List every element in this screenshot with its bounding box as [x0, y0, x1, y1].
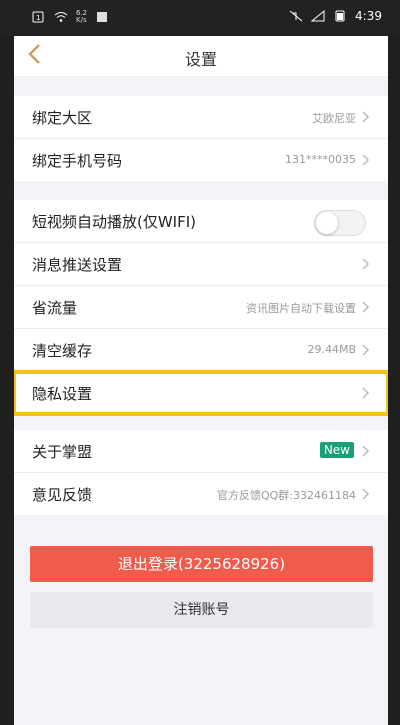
- header-bar: 设置: [14, 36, 388, 77]
- row-label: 消息推送设置: [32, 256, 123, 274]
- row-push-settings[interactable]: 消息推送设置: [14, 243, 388, 286]
- row-bound-phone[interactable]: 绑定手机号码 131****0035: [14, 139, 388, 181]
- row-about[interactable]: 关于掌盟 New: [14, 430, 388, 473]
- chevron-right-icon: [362, 488, 370, 500]
- svg-text:1: 1: [36, 14, 40, 22]
- chevron-right-icon: [362, 344, 370, 356]
- row-privacy-settings[interactable]: 隐私设置: [14, 370, 388, 416]
- chevron-right-icon: [362, 301, 370, 313]
- row-bound-region[interactable]: 绑定大区 艾欧尼亚: [14, 96, 388, 139]
- row-clear-cache[interactable]: 清空缓存 29.44MB: [14, 329, 388, 372]
- status-bar: 1 6.2 K/s 4:39: [0, 0, 400, 36]
- settings-screen: 设置 绑定大区 艾欧尼亚 绑定手机号码 131****0035 短视频自动播放(…: [14, 36, 388, 725]
- row-value: 官方反馈QQ群:332461184: [216, 489, 356, 502]
- chevron-right-icon: [362, 258, 370, 270]
- page-title: 设置: [184, 50, 217, 69]
- cancel-account-button[interactable]: 注销账号: [30, 592, 373, 628]
- chevron-right-icon: [362, 111, 370, 123]
- row-label: 绑定手机号码: [32, 152, 123, 170]
- status-left: 1 6.2 K/s: [32, 10, 109, 24]
- about-section: 关于掌盟 New 意见反馈 官方反馈QQ群:332461184: [14, 430, 388, 515]
- row-value: 131****0035: [285, 153, 356, 166]
- phone-frame: 1 6.2 K/s 4:39 设置 绑定大区 艾欧尼亚 绑定手机号码 131**: [0, 0, 400, 725]
- signal-icon: [311, 10, 325, 22]
- row-label: 短视频自动播放(仅WIFI): [32, 213, 197, 231]
- row-feedback[interactable]: 意见反馈 官方反馈QQ群:332461184: [14, 473, 388, 515]
- notification-icon: [97, 12, 108, 22]
- battery-icon: [335, 10, 345, 22]
- mute-icon: [289, 10, 303, 22]
- chevron-right-icon: [362, 445, 370, 457]
- sim-icon: 1: [32, 11, 44, 23]
- account-section: 绑定大区 艾欧尼亚 绑定手机号码 131****0035: [14, 96, 388, 181]
- row-label: 清空缓存: [32, 342, 93, 360]
- preferences-section: 短视频自动播放(仅WIFI) 消息推送设置 省流量 资讯图片自动下载设置 清空缓…: [14, 200, 388, 416]
- row-label: 省流量: [32, 299, 78, 317]
- row-label: 隐私设置: [32, 385, 93, 403]
- logout-button[interactable]: 退出登录(3225628926): [30, 546, 373, 582]
- row-data-saver[interactable]: 省流量 资讯图片自动下载设置: [14, 286, 388, 329]
- row-value: 艾欧尼亚: [312, 112, 356, 125]
- clock-time: 4:39: [355, 9, 382, 23]
- row-value: 资讯图片自动下载设置: [246, 302, 356, 315]
- new-badge: New: [319, 442, 354, 458]
- network-speed: 6.2 K/s: [76, 9, 88, 24]
- row-label: 意见反馈: [32, 486, 93, 504]
- row-label: 关于掌盟: [32, 443, 93, 461]
- status-right: 4:39: [289, 9, 382, 23]
- autoplay-toggle[interactable]: [314, 210, 366, 236]
- row-video-autoplay: 短视频自动播放(仅WIFI): [14, 200, 388, 243]
- row-value: 29.44MB: [307, 343, 356, 356]
- toggle-knob: [316, 212, 338, 234]
- wifi-icon: [54, 12, 68, 22]
- chevron-right-icon: [362, 387, 370, 399]
- row-label: 绑定大区: [32, 109, 93, 127]
- chevron-right-icon: [362, 154, 370, 166]
